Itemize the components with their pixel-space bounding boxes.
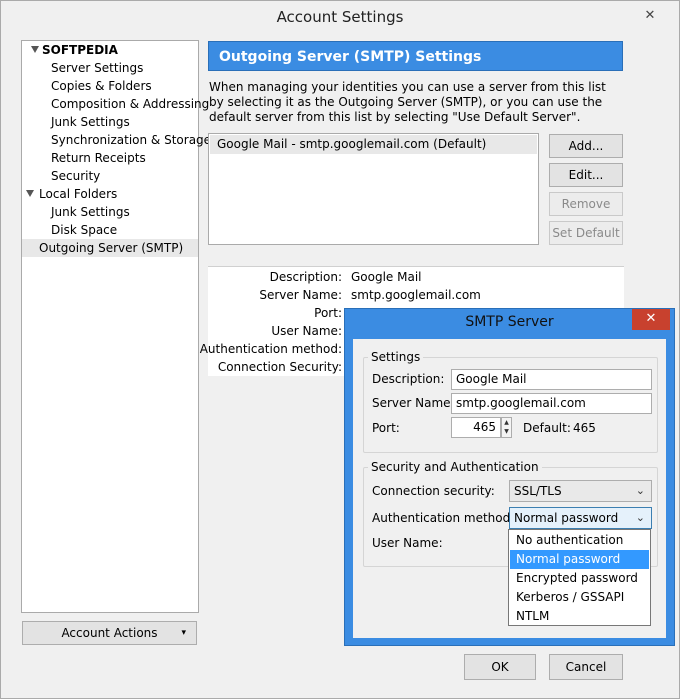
detail-server-label: Server Name:	[259, 288, 342, 302]
expand-triangle-icon[interactable]	[31, 46, 39, 53]
description-field[interactable]: Google Mail	[451, 369, 652, 390]
tree-item-junk-settings[interactable]: Junk Settings	[51, 113, 130, 131]
user-name-label: User Name:	[372, 536, 443, 550]
tree-local-label: Local Folders	[39, 187, 118, 201]
auth-method-select[interactable]: Normal password ⌄	[509, 507, 652, 529]
port-field[interactable]: 465	[451, 417, 501, 438]
default-port-label: Default:	[523, 421, 571, 435]
tree-outgoing-label: Outgoing Server (SMTP)	[39, 241, 184, 255]
title-bar: Account Settings ✕	[1, 1, 679, 32]
detail-description-value: Google Mail	[351, 270, 422, 284]
close-icon[interactable]: ✕	[637, 7, 663, 27]
add-button[interactable]: Add...	[549, 134, 623, 158]
security-group-label: Security and Authentication	[368, 460, 542, 474]
description-label: Description:	[372, 372, 445, 386]
dialog-close-icon[interactable]: ✕	[632, 309, 670, 330]
window-title: Account Settings	[276, 8, 404, 26]
remove-button[interactable]: Remove	[549, 192, 623, 216]
auth-option-normal-password[interactable]: Normal password	[510, 550, 649, 569]
dialog-title: SMTP Server	[465, 314, 554, 330]
set-default-button[interactable]: Set Default	[549, 221, 623, 245]
tree-item-synchronization-storage[interactable]: Synchronization & Storage	[51, 131, 211, 149]
detail-security-label: Connection Security:	[217, 360, 342, 374]
auth-option-encrypted-password[interactable]: Encrypted password	[510, 569, 649, 588]
connection-security-label: Connection security:	[372, 484, 495, 498]
dropdown-arrow-icon: ▾	[181, 628, 186, 638]
chevron-down-icon: ⌄	[635, 484, 645, 497]
tree-account-label: SOFTPEDIA	[42, 43, 118, 57]
tree-item-return-receipts[interactable]: Return Receipts	[51, 149, 146, 167]
tree-item-security[interactable]: Security	[51, 167, 100, 185]
cancel-button[interactable]: Cancel	[549, 654, 623, 680]
server-list-item[interactable]: Google Mail - smtp.googlemail.com (Defau…	[210, 135, 537, 154]
auth-option-ntlm[interactable]: NTLM	[510, 607, 649, 626]
server-name-field[interactable]: smtp.googlemail.com	[451, 393, 652, 414]
detail-user-label: User Name:	[271, 324, 342, 338]
port-stepper[interactable]: ▲ ▼	[501, 417, 512, 438]
tree-item-copies-folders[interactable]: Copies & Folders	[51, 77, 152, 95]
chevron-down-icon: ⌄	[635, 511, 645, 524]
auth-method-value: Normal password	[514, 511, 619, 525]
detail-port-label: Port:	[314, 306, 342, 320]
connection-security-select[interactable]: SSL/TLS ⌄	[509, 480, 652, 502]
detail-description-label: Description:	[269, 270, 342, 284]
detail-auth-label: Authentication method:	[199, 342, 342, 356]
server-name-label: Server Name:	[372, 396, 455, 410]
edit-button[interactable]: Edit...	[549, 163, 623, 187]
auth-method-dropdown-list[interactable]: No authentication Normal password Encryp…	[508, 529, 651, 626]
settings-group-label: Settings	[368, 350, 424, 364]
auth-option-kerberos-gssapi[interactable]: Kerberos / GSSAPI	[510, 588, 649, 607]
expand-triangle-icon[interactable]	[26, 190, 34, 197]
panel-intro-text: When managing your identities you can us…	[209, 80, 606, 124]
tree-item-composition-addressing[interactable]: Composition & Addressing	[51, 95, 209, 113]
auth-option-no-authentication[interactable]: No authentication	[510, 531, 649, 550]
detail-server-value: smtp.googlemail.com	[351, 288, 481, 302]
account-tree: SOFTPEDIA Server Settings Copies & Folde…	[21, 40, 211, 613]
panel-header: Outgoing Server (SMTP) Settings	[208, 41, 623, 71]
port-label: Port:	[372, 421, 400, 435]
auth-method-label: Authentication method:	[372, 511, 515, 525]
account-actions-button[interactable]: Account Actions ▾	[22, 621, 197, 645]
tree-item-disk-space[interactable]: Disk Space	[51, 221, 117, 239]
tree-item-outgoing-server[interactable]: Outgoing Server (SMTP)	[22, 239, 198, 257]
default-port-value: 465	[573, 421, 596, 435]
ok-button[interactable]: OK	[464, 654, 536, 680]
connection-security-value: SSL/TLS	[514, 484, 562, 498]
tree-item-server-settings[interactable]: Server Settings	[51, 59, 143, 77]
smtp-server-list[interactable]: Google Mail - smtp.googlemail.com (Defau…	[208, 133, 539, 245]
tree-item-local-junk-settings[interactable]: Junk Settings	[51, 203, 130, 221]
account-actions-label: Account Actions	[61, 626, 158, 640]
